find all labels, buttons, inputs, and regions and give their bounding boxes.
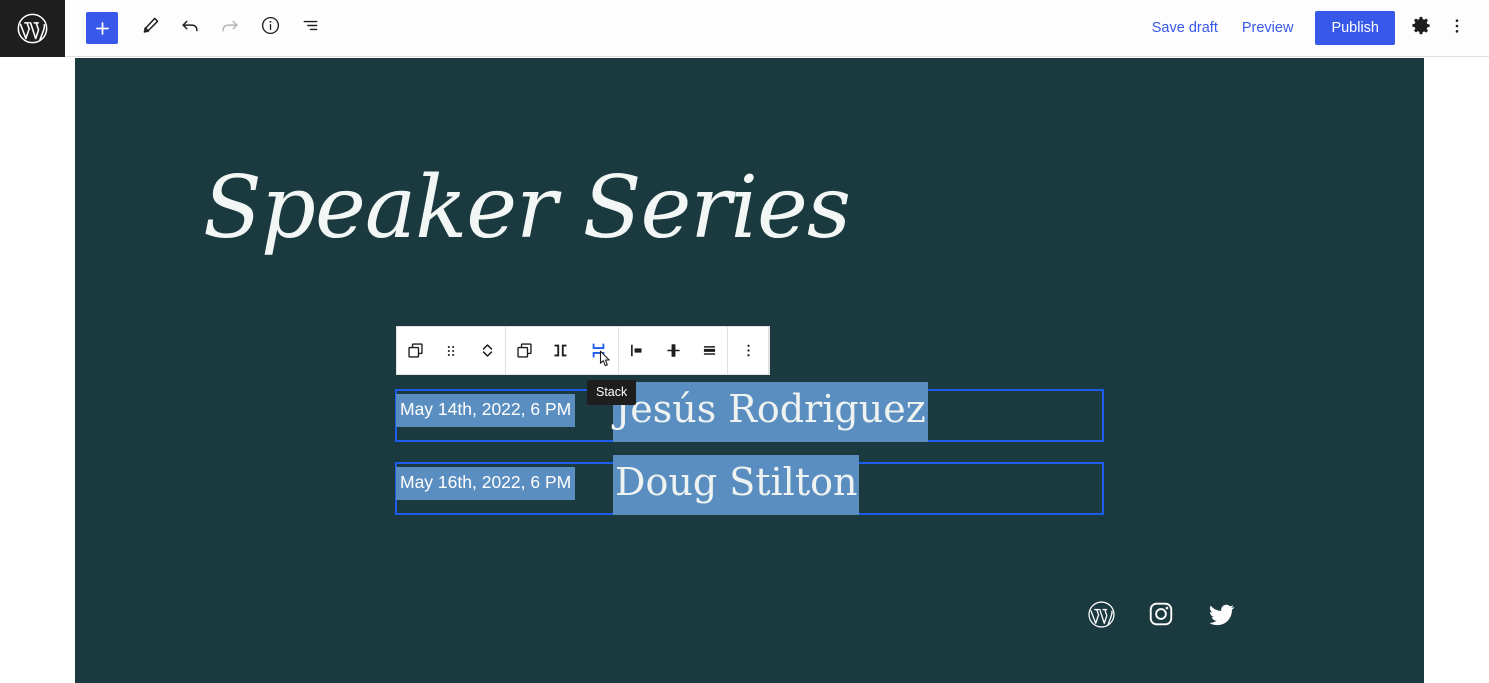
align-center-button[interactable] [655,327,691,374]
social-twitter-link[interactable] [1205,598,1237,630]
stack-layout-button[interactable] [578,327,618,374]
block-group-options [728,327,769,374]
stack-tooltip: Stack [587,380,637,405]
block-type-button[interactable] [397,327,433,374]
three-dots-vertical-icon [1447,16,1467,41]
move-updown-button[interactable] [469,327,505,374]
schedule-date[interactable]: May 16th, 2022, 6 PM [396,467,576,500]
drag-handle[interactable] [433,327,469,374]
align-bottom-button[interactable] [691,327,727,374]
wordpress-logo-icon [16,12,49,45]
settings-button[interactable] [1403,10,1439,46]
wordpress-logo-button[interactable] [0,0,65,57]
row-layout-button[interactable] [542,327,578,374]
editor-canvas-area: Speaker Series May 14th, 2022, 6 PM Jesú… [0,57,1489,683]
social-instagram-link[interactable] [1145,598,1177,630]
undo-arrow-icon [179,15,201,42]
align-left-button[interactable] [619,327,655,374]
redo-button[interactable] [212,10,248,46]
social-wordpress-link[interactable] [1085,598,1117,630]
tools-button[interactable] [132,10,168,46]
block-toolbar: Stack [396,326,770,405]
social-links [1085,598,1237,630]
block-group-layout [506,327,619,374]
block-options-button[interactable] [728,327,768,374]
editor-options-button[interactable] [1439,10,1475,46]
details-button[interactable] [252,10,288,46]
parent-block-button[interactable] [506,327,542,374]
save-draft-button[interactable]: Save draft [1140,12,1230,44]
align-left-icon [627,340,648,361]
redo-arrow-icon [219,15,241,42]
header-left-toolbar [65,10,328,46]
columns-block-icon [405,340,426,361]
list-view-button[interactable] [292,10,328,46]
editor-header: Save draft Preview Publish [0,0,1489,57]
schedule-row[interactable]: May 16th, 2022, 6 PM Doug Stilton [395,455,1104,515]
info-icon [260,15,281,41]
twitter-icon [1207,600,1236,629]
gear-icon [1410,15,1432,42]
speaker-name[interactable]: Doug Stilton [613,455,860,515]
schedule-date[interactable]: May 14th, 2022, 6 PM [396,394,576,427]
wordpress-icon [1087,600,1116,629]
preview-button[interactable]: Preview [1230,12,1306,44]
pencil-icon [140,15,161,41]
schedule-row[interactable]: May 14th, 2022, 6 PM Jesús Rodriguez [395,382,1104,442]
three-dots-vertical-icon [739,341,758,360]
block-group-primary [397,327,506,374]
chevron-updown-icon [477,340,498,361]
publish-button[interactable]: Publish [1315,11,1395,45]
block-group-align [619,327,728,374]
speaker-name[interactable]: Jesús Rodriguez [613,382,928,442]
header-right-toolbar: Save draft Preview Publish [1140,10,1489,46]
align-bottom-icon [699,340,720,361]
row-layout-icon [550,340,571,361]
drag-dots-icon [441,341,461,361]
add-block-button[interactable] [86,12,118,44]
undo-button[interactable] [172,10,208,46]
stack-layout-icon [588,340,609,361]
columns-block-icon [514,340,535,361]
align-center-icon [663,340,684,361]
instagram-icon [1147,600,1175,628]
site-title[interactable]: Speaker Series [203,165,851,251]
list-view-icon [300,15,321,41]
